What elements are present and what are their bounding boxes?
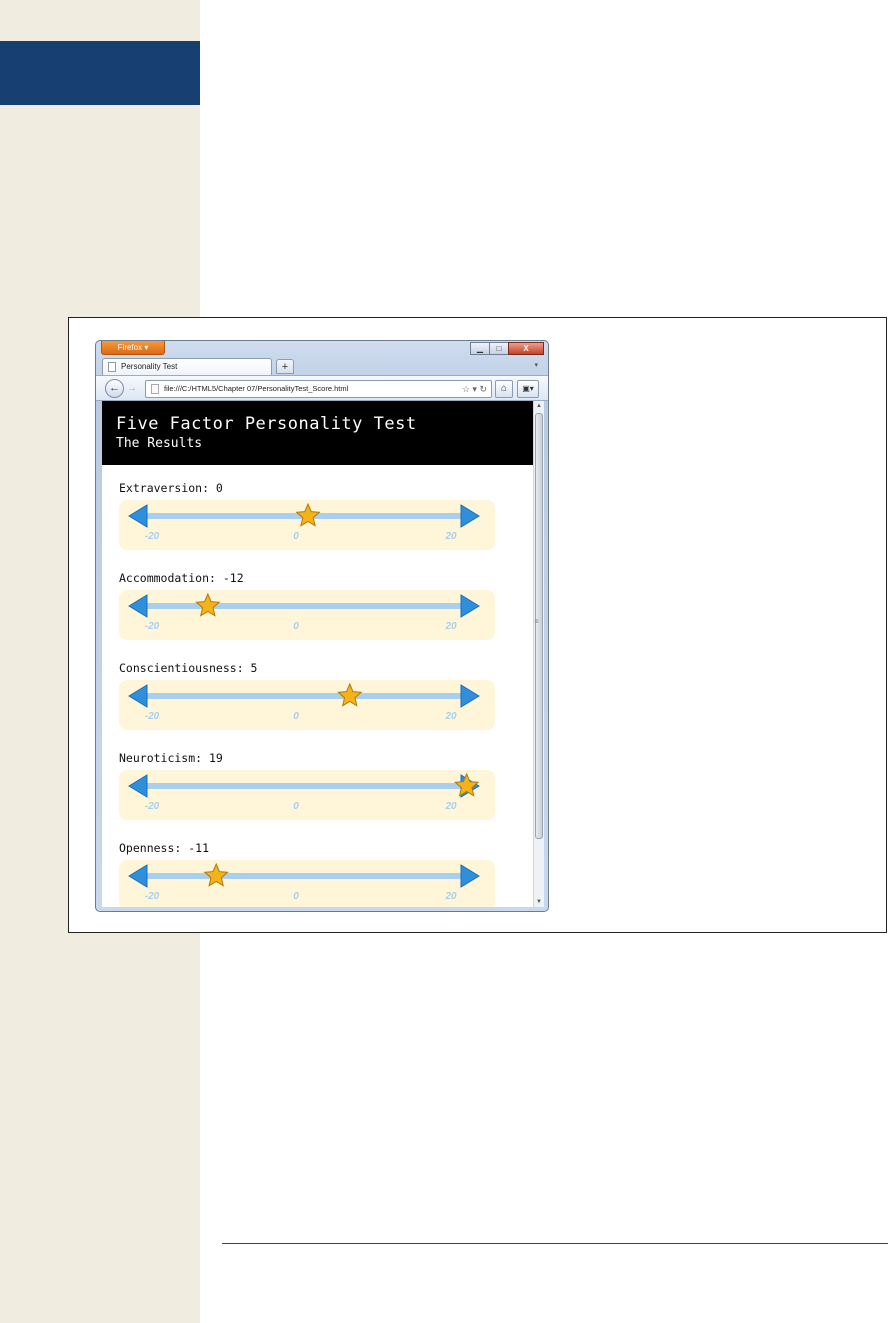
score-star-icon bbox=[295, 502, 321, 527]
tick-label: 20 bbox=[445, 531, 457, 542]
score-scale: -20 0 20 bbox=[119, 860, 495, 907]
scale-graphic bbox=[128, 682, 480, 708]
scroll-down-arrow-icon[interactable]: ▼ bbox=[534, 897, 544, 907]
trait-label: Neuroticism: 19 bbox=[119, 751, 223, 765]
tick-label: -20 bbox=[144, 801, 160, 812]
firefox-menu-button[interactable]: Firefox ▾ bbox=[101, 341, 165, 355]
bookmarks-menu-icon[interactable]: ▣▾ bbox=[517, 380, 539, 398]
window-controls: ▁ □ X bbox=[470, 342, 544, 355]
trait-label: Openness: -11 bbox=[119, 841, 210, 855]
url-bar[interactable]: file:///C:/HTML5/Chapter 07/PersonalityT… bbox=[145, 380, 492, 398]
tick-label: 0 bbox=[293, 711, 299, 722]
trait-item: Conscientiousness: 5 -20 0 20 bbox=[119, 660, 497, 730]
tick-label: 20 bbox=[445, 801, 457, 812]
footer-rule bbox=[222, 1243, 888, 1244]
scroll-up-arrow-icon[interactable]: ▲ bbox=[534, 401, 544, 411]
tick-label: -20 bbox=[144, 891, 160, 902]
trait-label: Extraversion: 0 bbox=[119, 481, 223, 495]
scale-line bbox=[141, 693, 465, 699]
scroll-thumb[interactable] bbox=[535, 413, 543, 839]
score-scale: -20 0 20 bbox=[119, 590, 495, 640]
trait-item: Neuroticism: 19 -20 0 20 bbox=[119, 750, 497, 820]
tick-label: 0 bbox=[293, 531, 299, 542]
close-button[interactable]: X bbox=[508, 342, 544, 355]
scale-graphic bbox=[128, 592, 480, 618]
tab-list-chevron-down-icon[interactable]: ▾ bbox=[534, 361, 538, 369]
right-arrow-icon bbox=[460, 504, 480, 528]
home-icon[interactable]: ⌂ bbox=[495, 380, 513, 398]
page-header: Five Factor Personality Test The Results bbox=[102, 401, 533, 465]
page-viewport: Five Factor Personality Test The Results… bbox=[102, 401, 533, 907]
score-scale: -20 0 20 bbox=[119, 680, 495, 730]
firefox-window: Firefox ▾ ▁ □ X Personality Test + ▾ ← →… bbox=[95, 340, 549, 912]
tick-label: -20 bbox=[144, 531, 160, 542]
page-icon bbox=[151, 384, 159, 394]
scale-line bbox=[141, 783, 465, 789]
score-scale: -20 0 20 bbox=[119, 770, 495, 820]
trait-item: Accommodation: -12 -20 0 20 bbox=[119, 570, 497, 640]
chapter-tab bbox=[0, 41, 200, 105]
left-arrow-icon bbox=[128, 684, 148, 708]
trait-label: Accommodation: -12 bbox=[119, 571, 244, 585]
scale-graphic bbox=[128, 772, 480, 798]
navigation-toolbar: ← → file:///C:/HTML5/Chapter 07/Personal… bbox=[96, 375, 548, 401]
trait-label: Conscientiousness: 5 bbox=[119, 661, 258, 675]
tick-label: -20 bbox=[144, 621, 160, 632]
back-arrow-icon[interactable]: ← bbox=[105, 379, 124, 398]
score-star-icon bbox=[195, 592, 221, 617]
scale-graphic bbox=[128, 502, 480, 528]
tick-label: 20 bbox=[445, 891, 457, 902]
score-star-icon bbox=[337, 682, 363, 707]
tick-label: 20 bbox=[445, 621, 457, 632]
right-arrow-icon bbox=[460, 864, 480, 888]
scale-line bbox=[141, 603, 465, 609]
right-arrow-icon bbox=[460, 594, 480, 618]
score-star-icon bbox=[203, 862, 229, 887]
minimize-button[interactable]: ▁ bbox=[470, 342, 490, 355]
tick-label: 20 bbox=[445, 711, 457, 722]
scale-line bbox=[141, 873, 465, 879]
tick-label: 0 bbox=[293, 801, 299, 812]
left-arrow-icon bbox=[128, 864, 148, 888]
score-scale: -20 0 20 bbox=[119, 500, 495, 550]
left-arrow-icon bbox=[128, 774, 148, 798]
trait-item: Extraversion: 0 -20 0 20 bbox=[119, 480, 497, 550]
forward-arrow-icon[interactable]: → bbox=[125, 382, 139, 396]
tick-label: -20 bbox=[144, 711, 160, 722]
bookmark-star-reload-icons[interactable]: ☆ ▾ ↻ bbox=[462, 381, 487, 397]
tick-label: 0 bbox=[293, 891, 299, 902]
scroll-grip-icon: ≡ bbox=[535, 619, 539, 625]
left-arrow-icon bbox=[128, 504, 148, 528]
tab-title: Personality Test bbox=[121, 362, 178, 371]
vertical-scrollbar[interactable]: ▲ ≡ ▼ bbox=[533, 401, 544, 907]
right-arrow-icon bbox=[460, 684, 480, 708]
page-title: Five Factor Personality Test bbox=[116, 414, 417, 434]
maximize-button[interactable]: □ bbox=[489, 342, 509, 355]
left-arrow-icon bbox=[128, 594, 148, 618]
new-tab-button[interactable]: + bbox=[276, 359, 294, 374]
tick-label: 0 bbox=[293, 621, 299, 632]
tab-personality-test[interactable]: Personality Test bbox=[102, 358, 272, 375]
trait-item: Openness: -11 -20 0 20 bbox=[119, 840, 497, 907]
page-icon bbox=[108, 362, 116, 372]
page-subtitle: The Results bbox=[116, 436, 203, 451]
url-text: file:///C:/HTML5/Chapter 07/PersonalityT… bbox=[164, 384, 349, 393]
